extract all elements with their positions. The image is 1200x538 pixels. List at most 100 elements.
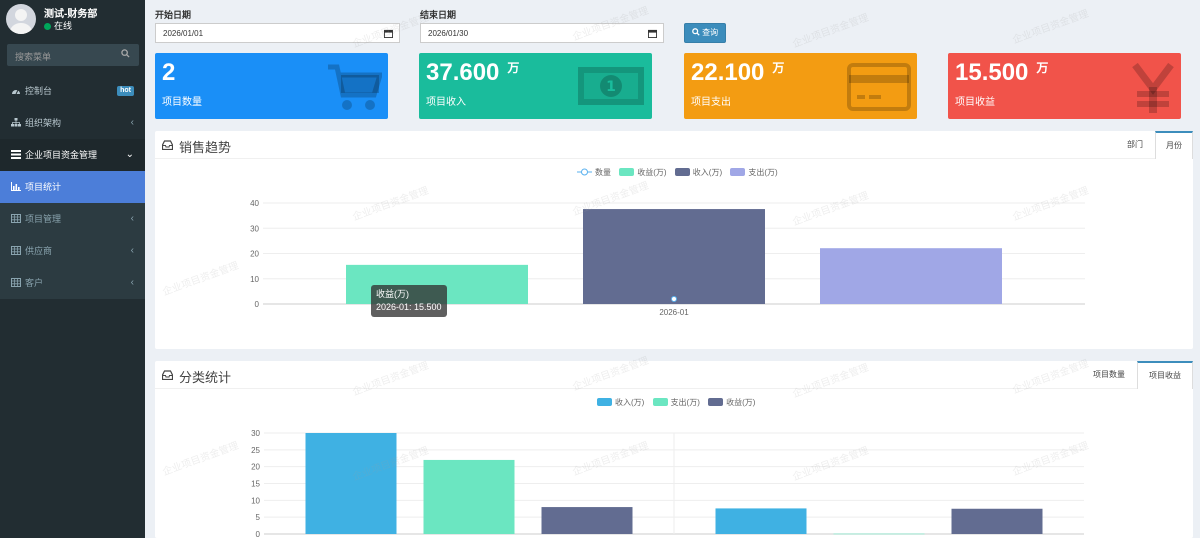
y-tick-label: 40 [250,199,259,208]
search-icon [692,28,700,36]
bar[interactable] [833,533,925,535]
stat-box-income: 37.600 万 项目收入 1 [419,53,652,119]
legend-item-profit[interactable]: 收益(万) [702,398,755,407]
bar[interactable] [715,508,807,534]
user-panel: 测试-财务部 在线 [0,0,145,40]
legend-label: 支出(万) [748,168,778,177]
legend-label: 收入(万) [615,398,645,407]
stat-label: 项目数量 [162,97,202,108]
end-date-input[interactable]: 2026/01/30 [420,23,664,43]
stat-value: 15.500 万 [955,59,1048,87]
tooltip-value: 2026-01: 15.500 [376,302,442,312]
line-swatch-icon [577,168,592,176]
sidebar: 测试-财务部 在线 搜索菜单 控制台 hot 组织架构 ‹ 企业项目资金管理 ⌄… [0,0,145,538]
sidebar-item-fund-mgmt[interactable]: 企业项目资金管理 ⌄ [0,139,145,171]
legend-item-expense[interactable]: 支出(万) [647,398,700,407]
tab-department[interactable]: 部门 [1115,131,1155,159]
legend-item-profit[interactable]: 收益(万) [613,168,667,177]
search-icon[interactable] [121,49,130,58]
tooltip-title: 收益(万) [376,289,409,299]
calendar-icon[interactable] [648,29,657,38]
chevron-down-icon: ⌄ [125,149,134,160]
category-stats-panel: 分类统计 项目数量 项目收益 收入(万) 支出(万) 收益(万) 0 5 10 15 2… [155,361,1193,538]
cart-icon [328,64,382,110]
sidebar-item-dashboard[interactable]: 控制台 hot [0,75,145,107]
yen-icon [1132,63,1174,113]
stat-label: 项目收益 [955,97,995,108]
stat-box-project-count: 2 项目数量 [155,53,388,119]
sidebar-item-org[interactable]: 组织架构 ‹ [0,107,145,139]
legend-item-expense[interactable]: 支出(万) [724,168,778,177]
bar[interactable] [820,248,1002,304]
chart-legend: 收入(万) 支出(万) 收益(万) [591,397,755,408]
stat-value: 22.100 万 [691,59,784,87]
stat-value: 2 [162,59,175,87]
sidebar-item-label: 企业项目资金管理 [25,150,98,160]
sidebar-item-label: 项目统计 [25,182,62,192]
stat-number: 15.500 [955,59,1029,86]
table-icon [11,278,21,287]
legend-label: 收入(万) [692,168,723,177]
y-tick-label: 20 [251,463,260,472]
inbox-icon [162,140,173,150]
stat-label: 项目支出 [691,97,731,108]
user-status-label: 在线 [54,21,73,31]
stat-label: 项目收入 [426,97,466,108]
bar[interactable] [541,507,633,534]
stat-unit: 万 [507,61,520,75]
legend-item-count[interactable]: 数量 [577,168,611,177]
end-date-value: 2026/01/30 [428,29,469,38]
stat-number: 37.600 [426,59,500,86]
panel-title: 分类统计 [179,370,232,385]
stat-box-expense: 22.100 万 项目支出 [684,53,917,119]
sidebar-item-label: 客户 [25,278,44,288]
table-icon [11,214,21,223]
avatar[interactable] [6,4,36,34]
x-tick-label: 2026-01 [659,308,689,317]
bar[interactable] [423,459,515,534]
y-tick-label: 30 [250,224,259,233]
legend-label: 支出(万) [670,398,700,407]
query-button-label: 查询 [702,28,719,37]
end-date-label: 结束日期 [420,10,457,20]
sidebar-item-project-mgmt[interactable]: 项目管理 ‹ [0,203,145,235]
dashboard-icon [12,89,20,95]
y-tick-label: 0 [256,530,261,538]
sidebar-item-label: 控制台 [25,86,53,96]
bar[interactable] [583,209,765,304]
legend-label: 收益(万) [637,168,667,177]
legend-item-income[interactable]: 收入(万) [591,398,644,407]
line-point[interactable] [671,295,677,302]
start-date-input[interactable]: 2026/01/01 [155,23,400,43]
sidebar-item-supplier[interactable]: 供应商 ‹ [0,235,145,267]
y-tick-label: 20 [250,250,259,259]
credit-card-icon [847,63,911,111]
sidebar-item-project-stats[interactable]: 项目统计 [0,171,145,203]
hot-badge: hot [117,86,134,96]
chevron-left-icon: ‹ [130,213,134,224]
calendar-icon[interactable] [384,29,393,38]
stat-box-profit: 15.500 万 项目收益 [948,53,1181,119]
legend-swatch [619,168,635,176]
sitemap-icon [11,118,21,127]
legend-item-income[interactable]: 收入(万) [669,168,722,177]
legend-swatch [652,398,668,406]
list-icon [11,150,21,159]
online-dot-icon [44,23,51,30]
chevron-left-icon: ‹ [130,117,134,128]
tab-project-profit[interactable]: 项目收益 [1137,361,1193,389]
tab-project-count[interactable]: 项目数量 [1081,361,1137,389]
legend-swatch [597,398,612,406]
bar[interactable] [305,433,397,534]
query-button[interactable]: 查询 [684,23,726,43]
sidebar-item-label: 供应商 [25,246,53,256]
tab-month[interactable]: 月份 [1155,131,1193,159]
bar[interactable] [951,508,1043,534]
sidebar-menu: 控制台 hot 组织架构 ‹ 企业项目资金管理 ⌄ 项目统计 项目管理 ‹ 供应… [0,75,145,299]
legend-label: 收益(万) [726,398,756,407]
stat-unit: 万 [1036,61,1049,75]
sidebar-search-input[interactable]: 搜索菜单 [7,44,139,66]
legend-swatch [674,168,690,176]
sidebar-item-customer[interactable]: 客户 ‹ [0,267,145,299]
y-tick-label: 10 [251,496,260,505]
